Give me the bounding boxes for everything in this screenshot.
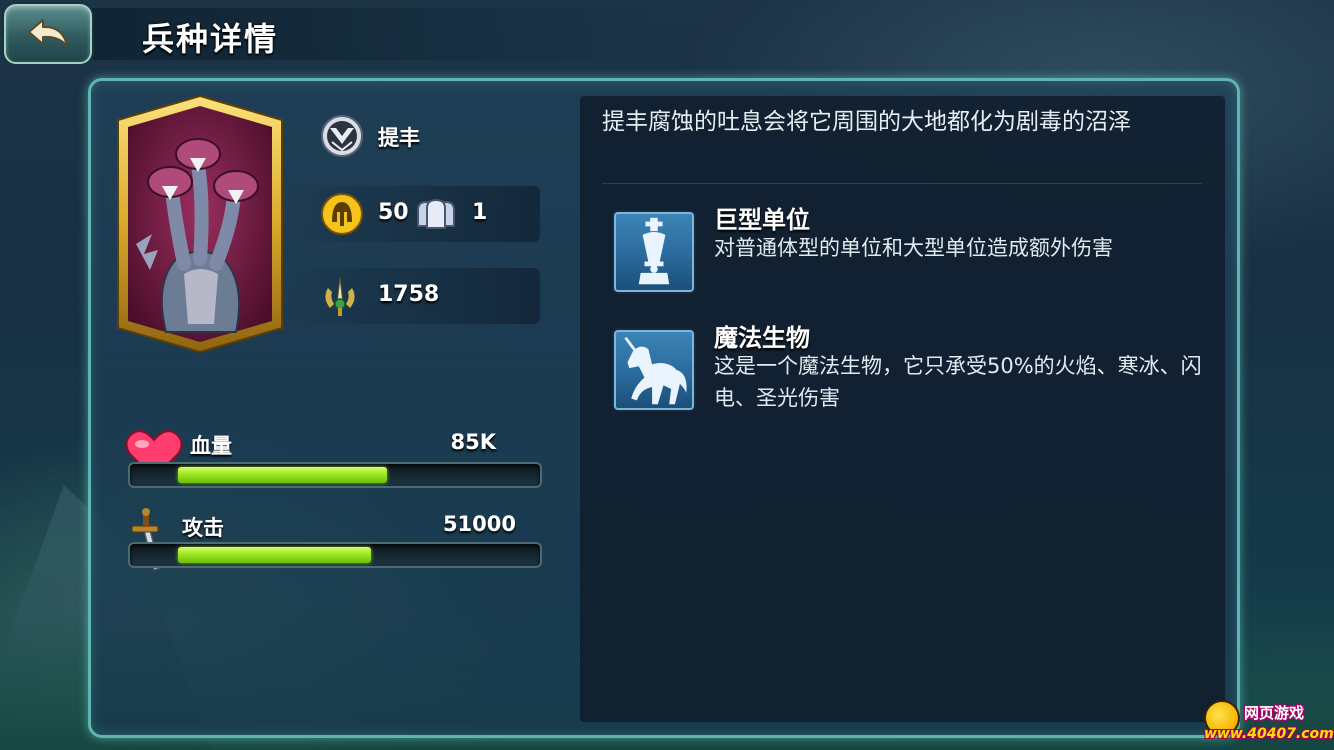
trait-desc-giant: 对普通体型的单位和大型单位造成额外伤害 [714, 236, 1113, 260]
unit-portrait[interactable] [114, 94, 286, 354]
hp-value: 85K [450, 430, 497, 454]
hp-bar [128, 462, 542, 488]
unit-name: 提丰 [378, 126, 420, 150]
power-value: 1758 [378, 282, 440, 307]
hp-label: 血量 [190, 434, 232, 458]
watermark-title: 网页游戏 [1244, 704, 1305, 722]
attack-label: 攻击 [182, 516, 224, 540]
gold-helmet-icon [320, 192, 364, 236]
sword-crest-icon [318, 274, 362, 318]
attack-bar-fill [178, 547, 372, 563]
hp-bar-fill [178, 467, 388, 483]
unit-description: 提丰腐蚀的吐息会将它周围的大地都化为剧毒的沼泽 [602, 109, 1131, 135]
site-watermark: 网页游戏 www.40407.com [1204, 700, 1334, 746]
trait-title-giant: 巨型单位 [714, 206, 810, 234]
chess-king-icon[interactable] [614, 212, 694, 292]
trait-title-magic: 魔法生物 [714, 324, 810, 352]
back-arrow-icon [25, 16, 71, 52]
trait-desc-magic: 这是一个魔法生物，它只承受50%的火焰、寒冰、闪电、圣光伤害 [714, 354, 1202, 410]
page-title: 兵种详情 [142, 20, 279, 58]
attack-bar [128, 542, 542, 568]
hydra-portrait-icon [117, 94, 283, 354]
watermark-url: www.40407.com [1204, 726, 1334, 742]
attack-value: 51000 [442, 512, 516, 536]
unicorn-icon[interactable] [614, 330, 694, 410]
description-divider [602, 183, 1202, 184]
cost-value: 50 [378, 200, 409, 225]
faction-emblem-icon [320, 114, 364, 158]
troop-population-icon [414, 196, 458, 232]
population-value: 1 [472, 200, 488, 225]
back-button[interactable] [4, 4, 92, 64]
